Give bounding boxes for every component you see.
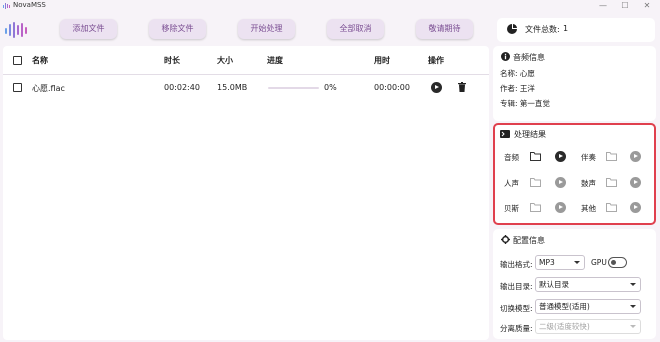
quality-label: 分离质量:: [500, 324, 533, 333]
result-label: 音频: [504, 153, 519, 162]
chevron-down-icon: [630, 305, 636, 308]
column-header-progress: 进度: [267, 56, 283, 65]
cancel-all-button[interactable]: 全部取消: [327, 19, 384, 39]
audio-album: 专辑: 第一直觉: [500, 99, 550, 108]
title-bar: NovaMSS — ☐ ✕: [0, 0, 660, 12]
progress-text: 0%: [324, 83, 337, 92]
select-all-checkbox[interactable]: [13, 56, 22, 65]
result-label: 伴奏: [581, 153, 596, 162]
app-logo-icon: [5, 22, 27, 38]
play-icon[interactable]: [555, 177, 566, 188]
window-title: NovaMSS: [13, 1, 46, 9]
format-value: MP3: [539, 258, 555, 267]
results-title: 处理结果: [514, 130, 546, 139]
quality-value: 二级(适度较快): [539, 322, 590, 331]
model-select[interactable]: 普通模型(适用): [535, 299, 641, 314]
column-header-actions: 操作: [428, 56, 444, 65]
row-checkbox[interactable]: [13, 83, 22, 92]
audio-name: 名称: 心愿: [500, 69, 535, 78]
file-count-value: 1: [563, 24, 569, 33]
play-icon[interactable]: [555, 202, 566, 213]
format-label: 输出格式:: [500, 260, 533, 269]
file-count-label: 文件总数:: [525, 25, 560, 34]
result-label: 其他: [581, 204, 596, 213]
close-button[interactable]: ✕: [634, 0, 660, 12]
config-title: 配置信息: [513, 236, 545, 245]
app-logo-icon: [3, 3, 10, 9]
file-duration: 00:02:40: [164, 83, 200, 92]
config-card: 配置信息 输出格式: MP3 GPU 输出目录: 默认目录 切换模型: 普通模型…: [493, 229, 656, 339]
gpu-label: GPU: [591, 258, 607, 267]
audio-info-title: 音频信息: [513, 53, 545, 62]
file-size: 15.0MB: [217, 83, 248, 92]
chevron-down-icon: [630, 283, 636, 286]
chevron-down-icon: [630, 325, 636, 328]
column-header-elapsed: 用时: [374, 56, 390, 65]
gpu-toggle[interactable]: [608, 257, 627, 268]
results-card: 处理结果 音频 伴奏 人声 鼓声 贝斯 其他: [493, 123, 656, 225]
column-header-name: 名称: [32, 56, 48, 65]
result-label: 贝斯: [504, 204, 519, 213]
folder-icon[interactable]: [530, 178, 541, 187]
info-icon: [501, 52, 510, 61]
elapsed-time: 00:00:00: [374, 83, 410, 92]
result-label: 鼓声: [581, 179, 596, 188]
chevron-down-icon: [574, 261, 580, 264]
column-header-size: 大小: [217, 56, 233, 65]
play-icon[interactable]: [630, 202, 641, 213]
output-dir-select[interactable]: 默认目录: [535, 277, 641, 292]
file-name: 心愿.flac: [32, 84, 65, 93]
file-table: 名称 时长 大小 进度 用时 操作 心愿.flac 00:02:40 15.0M…: [3, 46, 489, 340]
model-value: 普通模型(适用): [539, 302, 590, 311]
start-processing-button[interactable]: 开始处理: [238, 19, 295, 39]
gear-icon: [501, 235, 510, 244]
play-icon[interactable]: [630, 177, 641, 188]
pie-chart-icon: [507, 24, 517, 34]
output-dir-label: 输出目录:: [500, 282, 533, 291]
folder-icon[interactable]: [530, 203, 541, 212]
folder-icon[interactable]: [606, 203, 617, 212]
folder-icon[interactable]: [606, 152, 617, 161]
trash-icon[interactable]: [458, 82, 466, 92]
quality-select[interactable]: 二级(适度较快): [535, 319, 641, 334]
play-icon[interactable]: [555, 151, 566, 162]
audio-info-card: 音频信息 名称: 心愿 作者: 王洋 专辑: 第一直觉: [493, 46, 656, 121]
remove-file-button[interactable]: 移除文件: [149, 19, 206, 39]
folder-icon[interactable]: [530, 152, 541, 161]
format-select[interactable]: MP3: [535, 255, 585, 270]
column-header-duration: 时长: [164, 56, 180, 65]
progress-bar: [268, 87, 319, 89]
output-dir-value: 默认目录: [539, 280, 569, 289]
file-count-card: 文件总数: 1: [497, 18, 655, 42]
audio-artist: 作者: 王洋: [500, 84, 535, 93]
model-label: 切换模型:: [500, 304, 533, 313]
header-divider: [3, 74, 489, 75]
play-icon[interactable]: [630, 151, 641, 162]
result-label: 人声: [504, 179, 519, 188]
terminal-icon: [500, 130, 510, 138]
add-file-button[interactable]: 添加文件: [60, 19, 117, 39]
coming-soon-button[interactable]: 敬请期待: [416, 19, 473, 39]
play-icon[interactable]: [431, 82, 442, 93]
folder-icon[interactable]: [606, 178, 617, 187]
